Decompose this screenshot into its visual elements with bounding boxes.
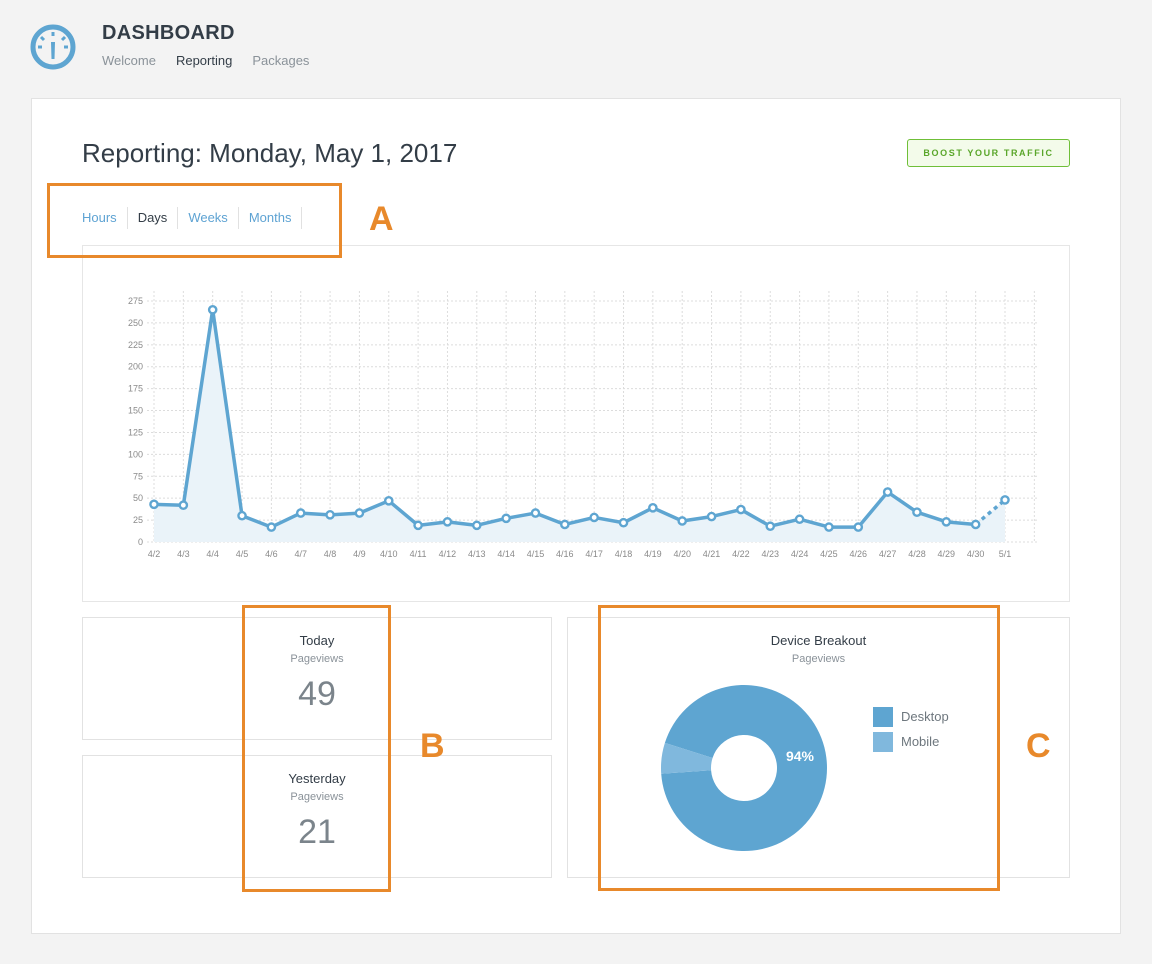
data-point	[530, 508, 541, 518]
x-tick-label: 4/26	[850, 549, 868, 559]
y-tick-label: 175	[128, 384, 143, 394]
data-point	[618, 517, 629, 528]
annotation-label-b: B	[420, 727, 445, 765]
top-nav: Welcome Reporting Packages	[102, 53, 309, 68]
x-tick-label: 4/13	[468, 549, 486, 559]
data-point	[970, 519, 981, 530]
x-tick-label: 4/14	[497, 549, 515, 559]
x-tick-label: 4/2	[148, 549, 161, 559]
x-tick-label: 4/15	[527, 549, 545, 559]
annotation-box-b	[242, 605, 391, 892]
data-point	[912, 507, 922, 518]
x-tick-label: 4/4	[206, 549, 219, 559]
x-tick-label: 4/18	[615, 549, 633, 559]
annotation-box-c	[598, 605, 1000, 891]
x-tick-label: 4/8	[324, 549, 337, 559]
data-point	[882, 487, 893, 497]
x-tick-label: 4/30	[967, 549, 985, 559]
data-point	[501, 513, 511, 524]
data-point	[471, 520, 482, 531]
data-point	[794, 514, 805, 525]
data-point	[677, 516, 688, 526]
data-point	[178, 500, 189, 510]
x-tick-label: 4/19	[644, 549, 662, 559]
x-tick-label: 4/24	[791, 549, 809, 559]
x-tick-label: 4/28	[908, 549, 926, 559]
data-point	[325, 510, 335, 520]
x-tick-label: 4/3	[177, 549, 190, 559]
annotation-label-a: A	[369, 200, 394, 238]
data-point	[706, 511, 717, 522]
x-tick-label: 4/6	[265, 549, 278, 559]
y-tick-label: 75	[133, 471, 143, 481]
pageviews-line-chart: 0 25 50 75 100 125 150 175 200 225 250 275 4/2 4/3 4/4…	[128, 291, 1038, 559]
y-tick-label: 125	[128, 427, 143, 437]
nav-packages[interactable]: Packages	[252, 53, 309, 68]
x-tick-label: 5/1	[999, 549, 1012, 559]
y-tick-label: 275	[128, 296, 143, 306]
x-tick-label: 4/22	[732, 549, 750, 559]
y-tick-label: 200	[128, 362, 143, 372]
x-tick-label: 4/21	[703, 549, 721, 559]
data-point	[266, 522, 277, 532]
nav-welcome[interactable]: Welcome	[102, 53, 156, 68]
x-tick-label: 4/23	[761, 549, 779, 559]
y-tick-label: 150	[128, 406, 143, 416]
data-point	[853, 522, 864, 532]
pageviews-chart-card: 0 25 50 75 100 125 150 175 200 225 250 275 4/2 4/3 4/4…	[82, 245, 1070, 602]
y-tick-label: 100	[128, 449, 143, 459]
x-tick-label: 4/7	[294, 549, 307, 559]
data-point	[442, 517, 453, 527]
page-title: Reporting: Monday, May 1, 2017	[82, 138, 458, 168]
data-point	[207, 304, 218, 315]
data-point	[354, 508, 365, 518]
data-point	[295, 508, 306, 518]
x-tick-label: 4/20	[673, 549, 691, 559]
data-point	[413, 520, 423, 531]
data-point	[383, 496, 394, 506]
series-line	[153, 308, 976, 529]
y-tick-label: 250	[128, 318, 143, 328]
x-tick-label: 4/17	[585, 549, 603, 559]
data-point	[765, 521, 776, 532]
annotation-label-c: C	[1026, 727, 1051, 765]
x-tick-label: 4/11	[410, 549, 427, 559]
x-tick-label: 4/12	[439, 549, 457, 559]
x-tick-label: 4/5	[236, 549, 249, 559]
boost-traffic-button[interactable]: BOOST YOUR TRAFFIC	[907, 139, 1070, 167]
x-tick-label: 4/16	[556, 549, 574, 559]
data-point	[941, 517, 952, 527]
data-point	[149, 499, 159, 510]
y-tick-label: 0	[138, 537, 143, 547]
data-point	[648, 503, 658, 513]
x-tick-label: 4/9	[353, 549, 366, 559]
x-tick-label: 4/10	[380, 549, 398, 559]
nav-reporting[interactable]: Reporting	[176, 53, 232, 68]
data-point	[237, 510, 247, 521]
annotation-box-a	[47, 183, 342, 258]
app-title: DASHBOARD	[102, 22, 235, 44]
data-point	[560, 519, 570, 530]
data-point	[1000, 495, 1010, 505]
data-point	[824, 522, 834, 532]
data-point	[736, 504, 746, 515]
x-tick-label: 4/25	[820, 549, 838, 559]
speedometer-icon	[28, 22, 78, 72]
x-tick-label: 4/27	[879, 549, 897, 559]
x-tick-label: 4/29	[938, 549, 956, 559]
data-point	[589, 512, 599, 523]
y-tick-label: 50	[133, 493, 143, 503]
y-tick-label: 225	[128, 340, 143, 350]
y-tick-label: 25	[133, 515, 143, 525]
